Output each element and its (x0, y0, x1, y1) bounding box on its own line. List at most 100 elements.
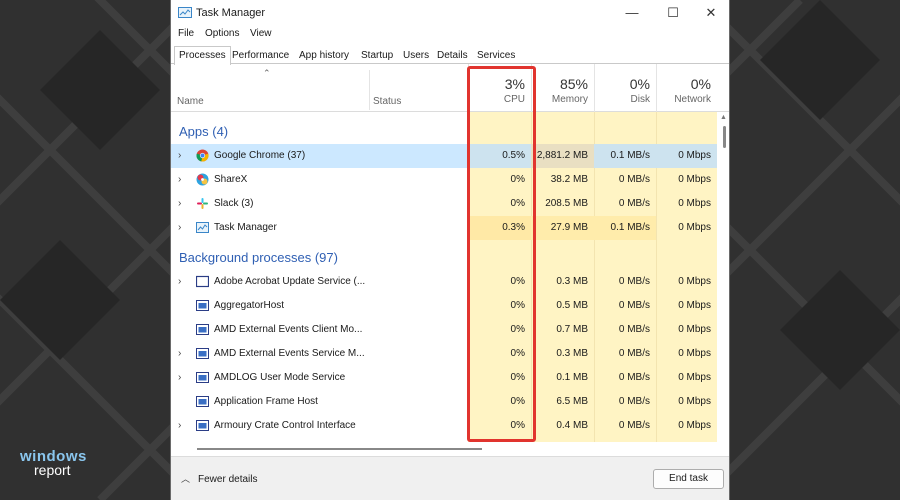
cpu-highlight-box (467, 66, 536, 442)
app-icon (196, 420, 209, 431)
process-row-adobe-acrobat-update[interactable]: › Adobe Acrobat Update Service (... 0% 0… (171, 270, 717, 294)
app-icon (196, 372, 209, 383)
windows-report-logo: windows report (20, 448, 87, 478)
expand-chevron-icon[interactable]: › (178, 420, 181, 431)
horizontal-scroll-thumb[interactable] (197, 448, 482, 450)
tab-performance[interactable]: Performance (227, 46, 294, 64)
process-list: Apps (4) › Google Chrome (37) 0.5% 2,881… (171, 112, 717, 442)
process-row-aggregatorhost[interactable]: AggregatorHost 0% 0.5 MB 0 MB/s 0 Mbps (171, 294, 717, 318)
vertical-scroll-thumb[interactable] (723, 126, 726, 148)
process-row-application-frame-host[interactable]: Application Frame Host 0% 6.5 MB 0 MB/s … (171, 390, 717, 414)
fewer-details-button[interactable]: ︿ Fewer details (181, 472, 257, 485)
process-name: AMD External Events Service M... (214, 348, 365, 359)
column-header: ⌃ Name Status 3% CPU 85% Memory 0% Disk … (171, 64, 729, 112)
sort-up-icon: ⌃ (263, 68, 271, 78)
menu-view[interactable]: View (250, 28, 272, 39)
process-network: 0 Mbps (678, 420, 711, 431)
expand-chevron-icon[interactable]: › (178, 348, 181, 359)
fewer-details-label: Fewer details (198, 474, 258, 485)
process-row-slack[interactable]: › Slack (3) 0% 208.5 MB 0 MB/s 0 Mbps (171, 192, 717, 216)
footer-bar: ︿ Fewer details End task (171, 456, 729, 500)
column-divider (369, 70, 370, 110)
process-row-chrome[interactable]: › Google Chrome (37) 0.5% 2,881.2 MB 0.1… (171, 144, 717, 168)
process-row-sharex[interactable]: › ShareX 0% 38.2 MB 0 MB/s 0 Mbps (171, 168, 717, 192)
end-task-button[interactable]: End task (653, 469, 724, 489)
maximize-button[interactable]: ☐ (655, 0, 691, 26)
column-disk[interactable]: 0% Disk (594, 64, 656, 112)
chrome-icon (196, 149, 209, 162)
process-memory: 0.7 MB (556, 324, 588, 335)
process-row-amdlog[interactable]: › AMDLOG User Mode Service 0% 0.1 MB 0 M… (171, 366, 717, 390)
process-name: Armoury Crate Control Interface (214, 420, 356, 431)
process-memory: 0.5 MB (556, 300, 588, 311)
tab-processes[interactable]: Processes (174, 46, 231, 65)
process-name: Slack (3) (214, 198, 254, 209)
process-disk: 0 MB/s (618, 276, 650, 287)
process-name: AggregatorHost (214, 300, 285, 311)
tab-startup[interactable]: Startup (356, 46, 398, 64)
tab-users[interactable]: Users (398, 46, 434, 64)
process-disk: 0 MB/s (618, 198, 650, 209)
menu-file[interactable]: File (178, 28, 194, 39)
app-icon (196, 348, 209, 359)
group-background-label: Background processes (97) (179, 250, 338, 265)
expand-chevron-icon[interactable]: › (178, 150, 181, 161)
process-network: 0 Mbps (678, 222, 711, 233)
window-icon (196, 275, 209, 288)
process-disk: 0 MB/s (618, 420, 650, 431)
process-network: 0 Mbps (678, 300, 711, 311)
task-manager-icon (196, 222, 209, 233)
process-row-armoury-crate[interactable]: › Armoury Crate Control Interface 0% 0.4… (171, 414, 717, 438)
slack-icon (197, 198, 208, 209)
process-name: AMDLOG User Mode Service (214, 372, 346, 383)
process-row-task-manager[interactable]: › Task Manager 0.3% 27.9 MB 0.1 MB/s 0 M… (171, 216, 717, 240)
tab-services[interactable]: Services (472, 46, 520, 64)
column-status[interactable]: Status (373, 96, 401, 107)
title-bar[interactable]: Task Manager — ☐ ✕ (171, 0, 729, 26)
process-disk: 0 MB/s (618, 300, 650, 311)
process-memory: 0.4 MB (556, 420, 588, 431)
process-name: Application Frame Host (214, 396, 318, 407)
app-icon (196, 300, 209, 311)
task-manager-window: Task Manager — ☐ ✕ File Options View Pro… (170, 0, 730, 500)
process-name: AMD External Events Client Mo... (214, 324, 363, 335)
process-name: Google Chrome (37) (214, 150, 306, 161)
process-row-amd-external-events-service[interactable]: › AMD External Events Service M... 0% 0.… (171, 342, 717, 366)
process-network: 0 Mbps (678, 174, 711, 185)
expand-chevron-icon[interactable]: › (178, 222, 181, 233)
group-apps-label: Apps (4) (179, 124, 229, 139)
minimize-button[interactable]: — (614, 0, 650, 26)
process-network: 0 Mbps (656, 144, 717, 168)
column-name[interactable]: Name (177, 96, 204, 107)
group-apps[interactable]: Apps (4) (171, 116, 717, 144)
tab-bar: Processes Performance App history Startu… (171, 45, 729, 65)
process-memory: 6.5 MB (556, 396, 588, 407)
group-background[interactable]: Background processes (97) (171, 242, 717, 270)
column-memory[interactable]: 85% Memory (531, 64, 594, 112)
tab-app-history[interactable]: App history (294, 46, 354, 64)
app-icon (196, 324, 209, 335)
network-label: Network (674, 94, 711, 105)
process-disk: 0 MB/s (618, 174, 650, 185)
process-network: 0 Mbps (678, 324, 711, 335)
sharex-icon (196, 173, 209, 186)
column-network[interactable]: 0% Network (656, 64, 717, 112)
expand-chevron-icon[interactable]: › (178, 174, 181, 185)
process-name: ShareX (214, 174, 248, 185)
expand-chevron-icon[interactable]: › (178, 276, 181, 287)
process-memory: 38.2 MB (550, 174, 588, 185)
close-button[interactable]: ✕ (693, 0, 729, 26)
tab-details[interactable]: Details (432, 46, 473, 64)
vertical-scrollbar[interactable]: ▲ (717, 112, 729, 442)
horizontal-scrollbar[interactable] (171, 442, 717, 456)
disk-total: 0% (629, 76, 650, 92)
expand-chevron-icon[interactable]: › (178, 372, 181, 383)
process-row-amd-external-events-client[interactable]: AMD External Events Client Mo... 0% 0.7 … (171, 318, 717, 342)
menu-options[interactable]: Options (205, 28, 239, 39)
process-memory: 2,881.2 MB (531, 144, 594, 168)
disk-label: Disk (630, 94, 650, 105)
expand-chevron-icon[interactable]: › (178, 198, 181, 209)
memory-label: Memory (551, 94, 588, 105)
process-disk: 0 MB/s (618, 348, 650, 359)
scroll-up-icon[interactable]: ▲ (720, 114, 727, 121)
